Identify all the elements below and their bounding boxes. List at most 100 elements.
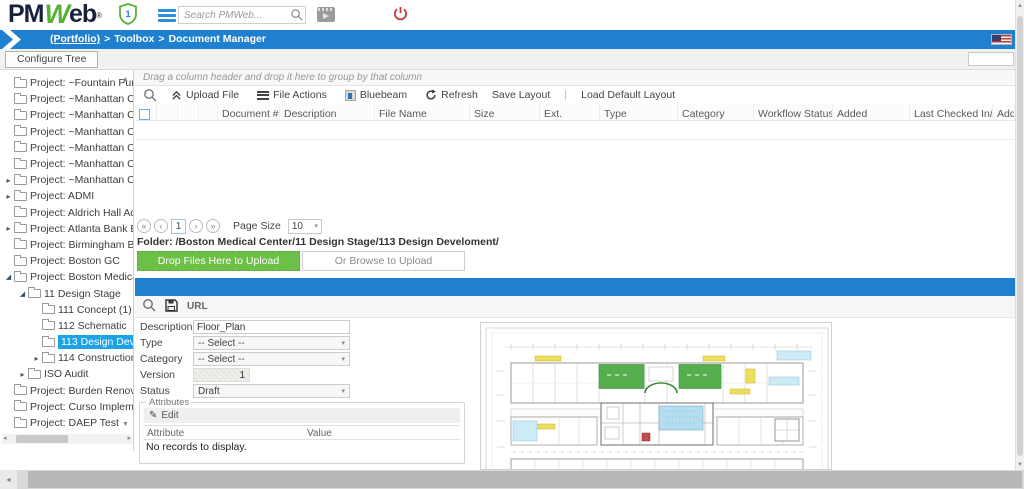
column-header[interactable]: File Name — [375, 104, 470, 120]
folder-icon — [14, 125, 27, 137]
upload-file-button[interactable]: Upload File — [171, 89, 239, 101]
description-field[interactable] — [193, 320, 350, 334]
search-icon[interactable] — [290, 8, 303, 24]
column-header[interactable]: Adde — [993, 104, 1015, 120]
load-default-layout-button[interactable]: Load Default Layout — [581, 89, 675, 101]
search-input[interactable] — [178, 6, 306, 24]
expand-icon[interactable]: ▸ — [18, 370, 27, 379]
drop-files-upload-zone[interactable]: Drop Files Here to Upload — [137, 251, 300, 271]
video-tutorial-icon[interactable] — [317, 7, 335, 22]
grid-header-cell — [178, 104, 199, 120]
tree-item[interactable]: Project: Curso Implementac — [0, 399, 133, 415]
group-by-bar[interactable]: Drag a column header and drop it here to… — [135, 70, 1015, 86]
attributes-edit-button[interactable]: ✎ Edit — [144, 408, 460, 423]
save-icon[interactable] — [165, 298, 178, 315]
type-select[interactable]: -- Select -- ▾ — [193, 336, 350, 350]
tree-item[interactable]: 113 Design Develop — [0, 334, 133, 350]
tree-item[interactable]: Project: Boston GC — [0, 253, 133, 269]
next-page-button[interactable]: › — [189, 219, 203, 233]
scroll-down-icon[interactable]: ▼ — [1016, 462, 1024, 468]
tree-item[interactable]: ▸ Project: ADMI — [0, 188, 133, 204]
url-button[interactable]: URL — [187, 301, 208, 312]
grid-header-cell — [135, 104, 157, 120]
tree-item[interactable]: Project: ~Manhattan Courth — [0, 91, 133, 107]
expand-icon[interactable]: ▸ — [4, 176, 13, 185]
breadcrumb-item[interactable]: Toolbox — [114, 33, 154, 45]
expand-icon[interactable]: ▸ — [32, 354, 41, 363]
tree-item[interactable]: Project: Burden Renovation — [0, 383, 133, 399]
subheader-bar: Configure Tree — [0, 49, 1024, 70]
power-logout-icon[interactable] — [393, 6, 408, 24]
breadcrumb-item[interactable]: Document Manager — [168, 33, 265, 45]
tree-scrollbar-thumb[interactable] — [16, 435, 68, 443]
tree-item[interactable]: Project: DAEP Test — [0, 415, 133, 431]
column-header[interactable]: Size — [470, 104, 540, 120]
grid-search-icon[interactable] — [143, 88, 157, 102]
browse-upload-button[interactable]: Or Browse to Upload — [302, 251, 465, 271]
language-flag-icon[interactable] — [991, 34, 1012, 45]
column-header[interactable]: Type — [600, 104, 678, 120]
tree-item[interactable]: 112 Schematic — [0, 318, 133, 334]
bluebeam-icon — [344, 89, 356, 101]
tree-scroll-left-icon[interactable]: ◂ — [3, 434, 7, 444]
pmweb-logo: PM Web ® — [8, 1, 102, 29]
folder-icon — [14, 141, 27, 153]
collapse-icon[interactable]: ◢ — [18, 290, 27, 298]
tree-item[interactable]: ▸ ISO Audit — [0, 366, 133, 382]
tree-item[interactable]: Project: Birmingham Bank — [0, 237, 133, 253]
collapse-icon[interactable]: ◢ — [4, 273, 13, 281]
horizontal-scrollbar[interactable]: ◂ — [0, 470, 1024, 489]
category-select[interactable]: -- Select -- ▾ — [193, 352, 350, 366]
column-header[interactable]: Category — [678, 104, 754, 120]
tree-item[interactable]: ◢ 11 Design Stage — [0, 285, 133, 301]
scroll-up-icon[interactable]: ▲ — [1016, 3, 1024, 9]
status-select[interactable]: Draft ▾ — [193, 384, 350, 398]
prev-page-button[interactable]: ‹ — [154, 219, 168, 233]
vertical-scrollbar-thumb[interactable] — [1017, 16, 1023, 456]
tree-horizontal-scrollbar[interactable]: ◂ ▸ — [2, 434, 132, 444]
select-all-checkbox[interactable] — [139, 108, 150, 120]
column-header[interactable]: Last Checked In/Out — [910, 104, 993, 120]
quick-search-input[interactable] — [968, 52, 1014, 66]
tree-scroll-down-icon[interactable]: ▼ — [122, 421, 129, 428]
column-header[interactable]: Document # — [218, 104, 280, 120]
first-page-button[interactable]: « — [137, 219, 151, 233]
tree-item[interactable]: Project: ~Manhattan Courth — [0, 107, 133, 123]
folder-icon — [14, 189, 27, 201]
current-page-button[interactable]: 1 — [171, 218, 186, 234]
folder-icon — [14, 400, 27, 412]
tree-scroll-up-icon[interactable]: ▲ — [122, 76, 129, 83]
save-layout-button[interactable]: Save Layout — [492, 89, 550, 101]
configure-tree-button[interactable]: Configure Tree — [5, 51, 99, 68]
detail-search-icon[interactable] — [142, 298, 156, 315]
tree-item[interactable]: Project: ~Fountain Pump Ra — [0, 75, 133, 91]
expand-icon[interactable]: ▸ — [4, 192, 13, 201]
tree-item[interactable]: Project: ~Manhattan Courth — [0, 124, 133, 140]
tree-item[interactable]: ▸ 114 Construction D — [0, 350, 133, 366]
tree-item[interactable]: ◢ Project: Boston Medical Cer — [0, 269, 133, 285]
column-header[interactable]: Workflow Status — [754, 104, 833, 120]
vertical-scrollbar[interactable]: ▲ ▼ — [1015, 0, 1024, 470]
scroll-left-icon[interactable]: ◂ — [0, 470, 17, 489]
bluebeam-button[interactable]: Bluebeam — [344, 89, 407, 101]
column-header[interactable]: Ext. — [540, 104, 600, 120]
tree-item[interactable]: ▸ Project: Atlanta Bank Branc — [0, 221, 133, 237]
notification-count: 1 — [125, 9, 131, 19]
breadcrumb-separator: > — [158, 33, 165, 45]
expand-icon[interactable]: ▸ — [4, 224, 13, 233]
file-actions-button[interactable]: File Actions — [257, 89, 327, 101]
tree-item[interactable]: Project: ~Manhattan Courth — [0, 156, 133, 172]
column-header[interactable]: Added — [833, 104, 910, 120]
tree-item[interactable]: Project: Aldrich Hall Additio — [0, 205, 133, 221]
last-page-button[interactable]: » — [206, 219, 220, 233]
tree-item[interactable]: Project: ~Manhattan Courth — [0, 140, 133, 156]
menu-icon[interactable] — [158, 9, 176, 24]
tree-item[interactable]: 111 Concept (1) — [0, 302, 133, 318]
column-header[interactable]: Description — [280, 104, 375, 120]
refresh-button[interactable]: Refresh — [425, 89, 478, 101]
tree-item[interactable]: ▸ Project: ~Manhattan Courth — [0, 172, 133, 188]
horizontal-scrollbar-thumb[interactable] — [28, 471, 1022, 488]
page-size-select[interactable]: 10 ▾ — [287, 218, 322, 234]
breadcrumb-portfolio-link[interactable]: (Portfolio) — [50, 33, 100, 45]
tree-scroll-right-icon[interactable]: ▸ — [127, 434, 131, 444]
